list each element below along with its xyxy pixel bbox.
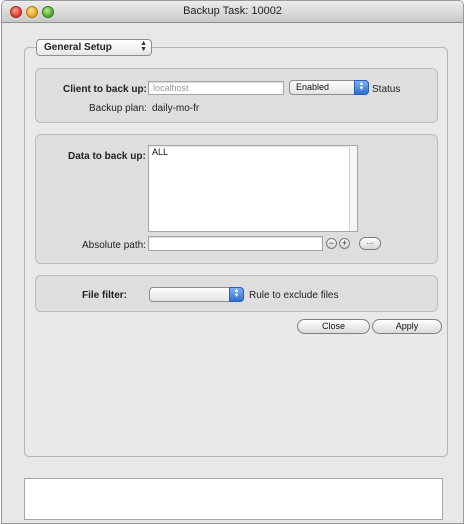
client-state-select[interactable]: Enabled ▲ ▼ <box>289 80 369 95</box>
scrollbar[interactable] <box>349 146 357 231</box>
absolute-path-label: Absolute path: <box>82 240 146 251</box>
up-down-arrows-icon: ▲ ▼ <box>140 40 147 53</box>
client-input-placeholder: localhost <box>153 83 189 93</box>
tab-selector[interactable]: General Setup ▲ ▼ <box>36 39 152 56</box>
client-label: Client to back up: <box>63 84 147 95</box>
client-input[interactable]: localhost <box>148 81 284 95</box>
window-title: Backup Task: 10002 <box>183 5 282 17</box>
popup-arrows-icon: ▲ ▼ <box>354 80 369 95</box>
add-icon: + <box>341 238 348 248</box>
file-filter-label: File filter: <box>82 290 128 301</box>
message-area <box>24 478 443 520</box>
data-label: Data to back up: <box>68 151 146 162</box>
title-bar: Backup Task: 10002 <box>2 1 463 23</box>
browse-button[interactable]: ... <box>359 237 381 250</box>
client-panel <box>35 68 438 123</box>
client-state-value: Enabled <box>296 82 330 92</box>
apply-button-label: Apply <box>395 321 419 331</box>
backup-plan-value: daily-mo-fr <box>152 103 200 114</box>
browse-label: ... <box>366 237 374 246</box>
remove-path-button[interactable]: − <box>326 238 337 249</box>
file-filter-select[interactable]: ▲ ▼ <box>149 287 244 302</box>
popup-arrows-icon: ▲ ▼ <box>229 287 244 302</box>
tab-selector-label: General Setup <box>44 42 112 53</box>
backup-task-window: Backup Task: 10002 General Setup ▲ ▼ Clie… <box>1 0 464 524</box>
list-item[interactable]: ALL <box>152 147 354 157</box>
apply-button[interactable]: Apply <box>372 319 442 334</box>
status-label: Status <box>372 84 401 95</box>
add-path-button[interactable]: + <box>339 238 350 249</box>
file-filter-hint: Rule to exclude files <box>249 290 339 301</box>
close-button[interactable]: Close <box>297 319 370 334</box>
data-list[interactable]: ALL <box>148 145 358 232</box>
backup-plan-label: Backup plan: <box>89 103 147 114</box>
remove-icon: − <box>328 238 335 248</box>
absolute-path-input[interactable] <box>148 236 323 251</box>
close-button-label: Close <box>321 321 345 331</box>
